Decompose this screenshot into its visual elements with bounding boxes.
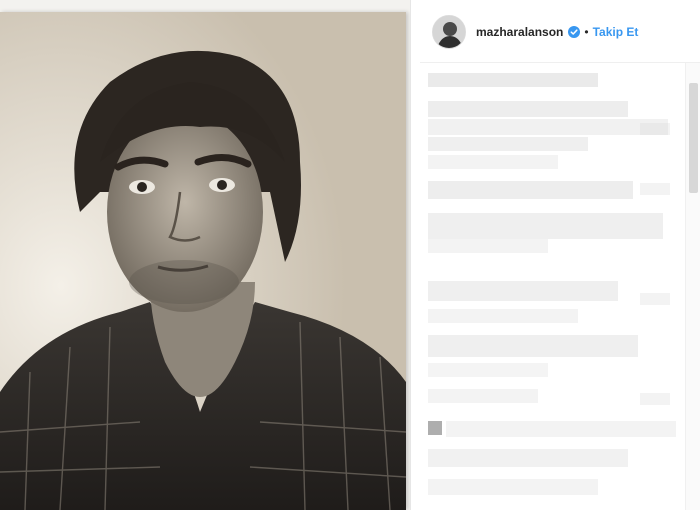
blurred-text-block [428,421,442,435]
comments-area-blurred [420,63,700,510]
blurred-text-block [640,183,670,195]
scrollbar-thumb[interactable] [689,83,698,193]
blurred-text-block [428,213,663,239]
follow-button[interactable]: Takip Et [593,25,639,39]
blurred-text-block [428,101,628,117]
blurred-text-block [428,389,538,403]
avatar-icon [433,16,465,48]
blurred-text-block [428,479,598,495]
comments-scrollbar[interactable] [685,63,700,510]
profile-avatar[interactable] [432,15,466,49]
blurred-text-block [428,137,588,151]
blurred-text-block [428,281,618,301]
header-separator: • [584,25,589,39]
blurred-text-block [428,363,548,377]
blurred-text-block [446,421,676,437]
blurred-text-block [428,335,638,357]
portrait-photo [0,12,406,510]
verified-badge-icon [568,26,581,38]
instagram-post: mazharalanson • Takip Et [0,0,700,510]
blurred-text-block [428,309,578,323]
post-photo-pane [0,0,410,510]
blurred-text-block [640,123,670,135]
blurred-text-block [640,293,670,305]
username-link[interactable]: mazharalanson [476,25,563,39]
blurred-text-block [428,73,598,87]
pane-divider [410,0,411,510]
blurred-text-block [428,155,558,169]
post-header: mazharalanson • Takip Et [420,12,690,52]
blurred-text-block [640,393,670,405]
blurred-text-block [428,119,668,135]
blurred-text-block [428,181,633,199]
post-photo[interactable] [0,12,406,510]
blurred-text-block [428,239,548,253]
blurred-text-block [428,449,628,467]
